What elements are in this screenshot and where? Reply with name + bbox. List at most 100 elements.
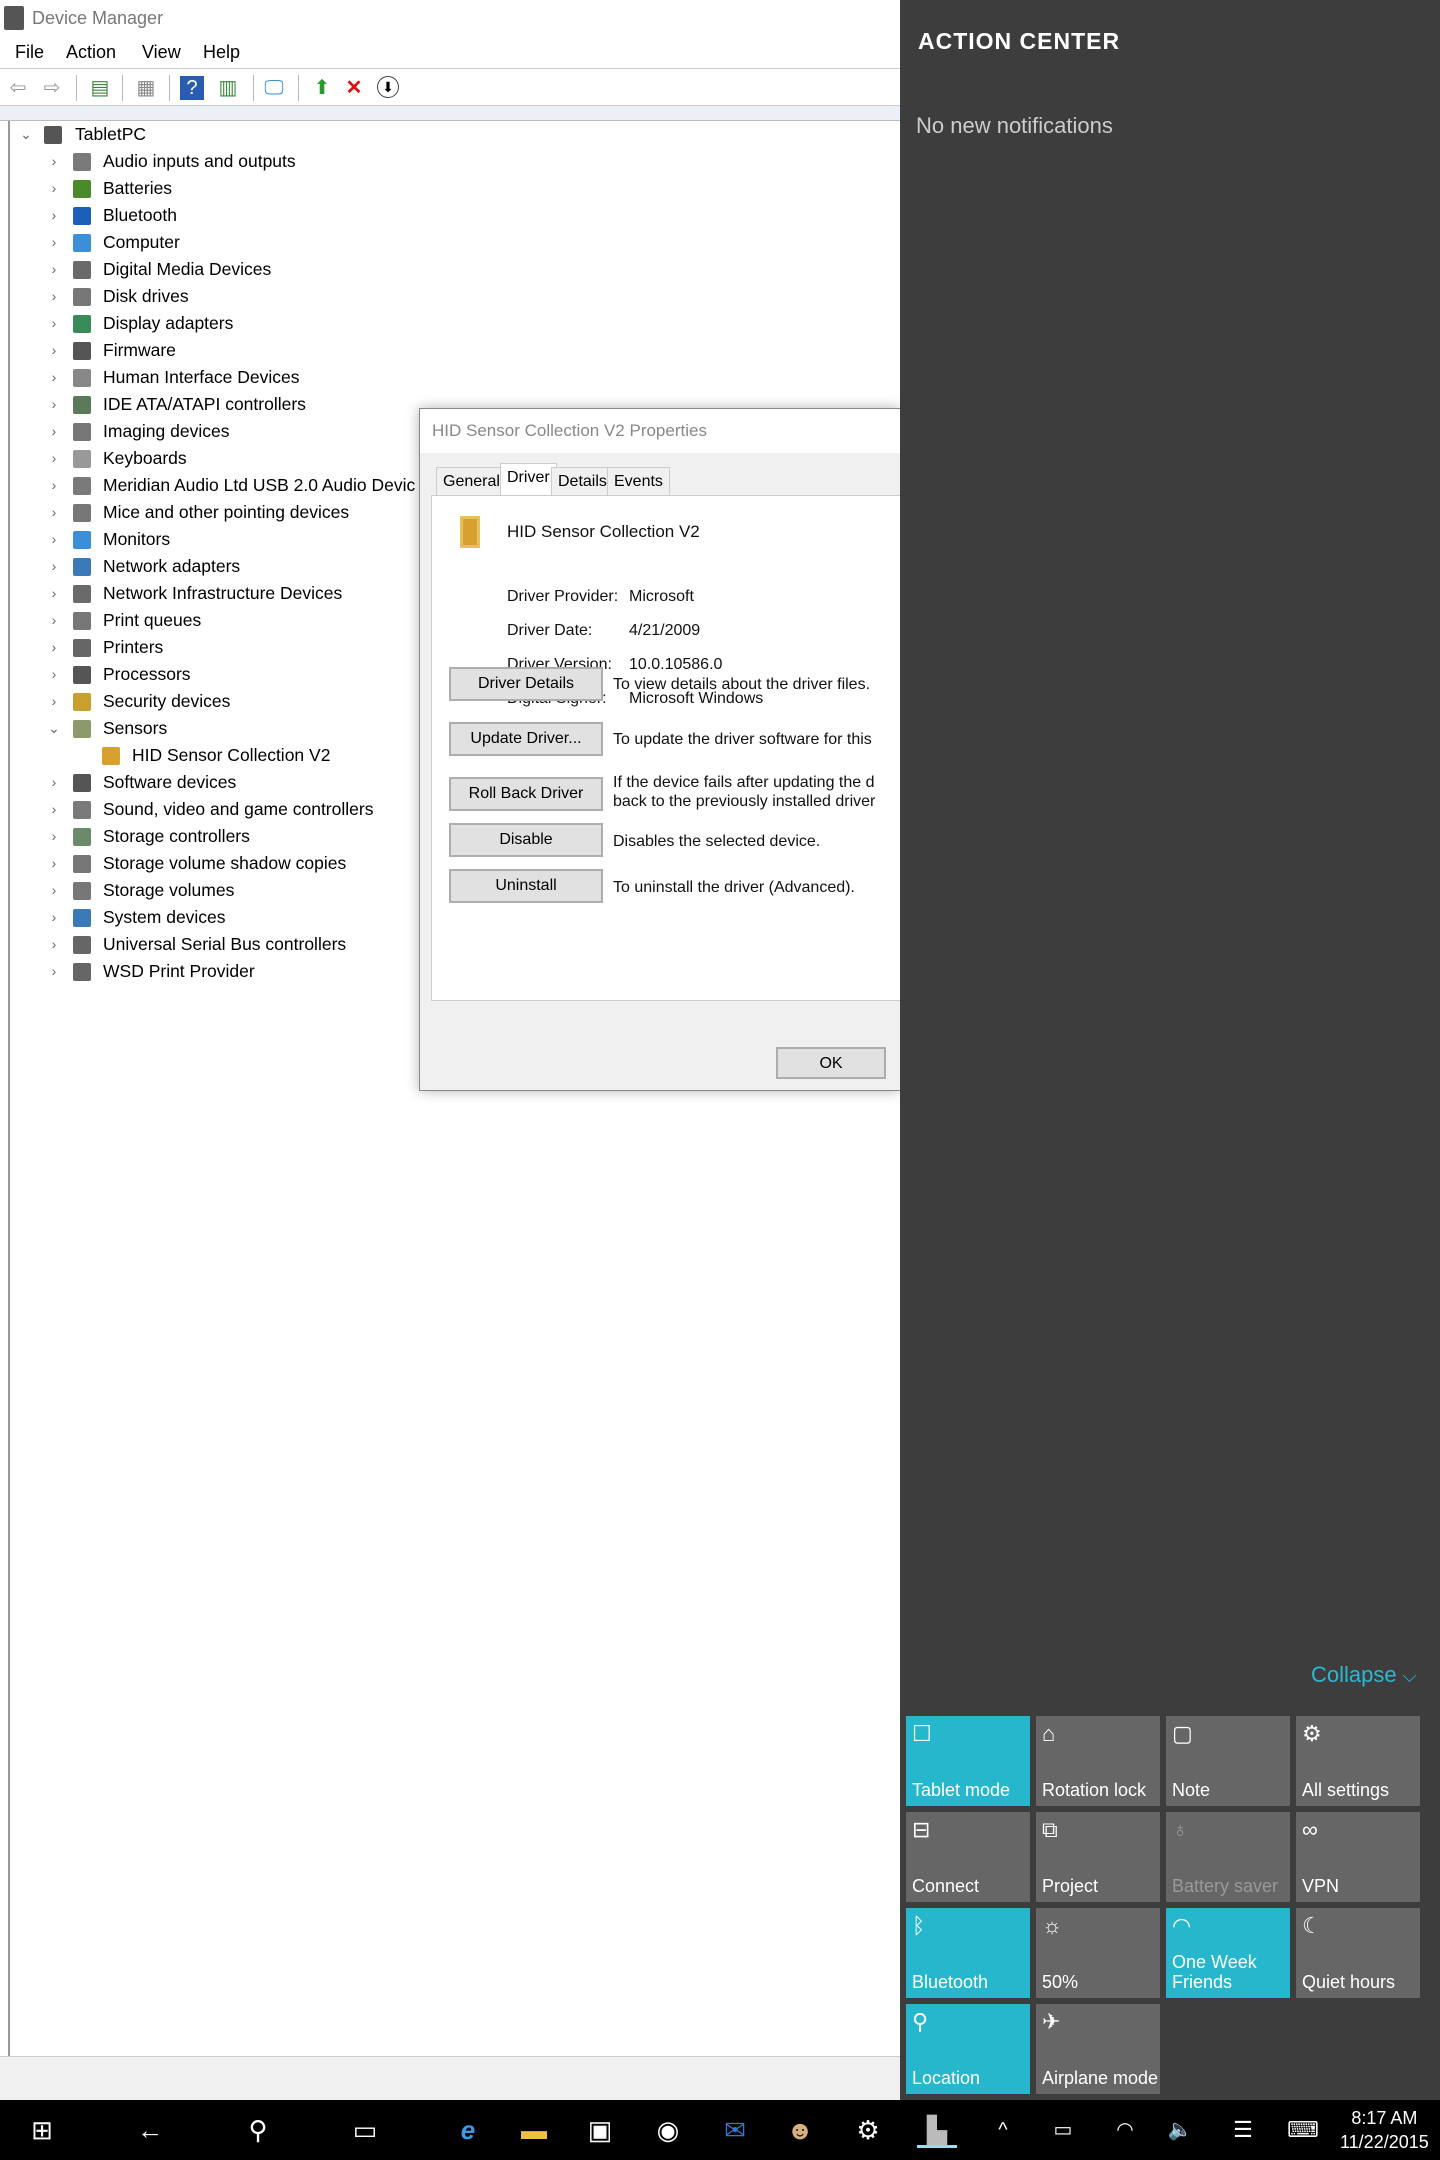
chevron-right-icon[interactable]: › xyxy=(44,472,64,499)
chevron-right-icon[interactable]: › xyxy=(44,526,64,553)
chevron-right-icon[interactable]: › xyxy=(44,202,64,229)
internet-explorer-icon[interactable]: e xyxy=(448,2112,488,2148)
chevron-right-icon[interactable]: › xyxy=(44,850,64,877)
chevron-right-icon[interactable]: › xyxy=(44,148,64,175)
chevron-right-icon[interactable]: › xyxy=(44,958,64,985)
ok-button[interactable]: OK xyxy=(776,1047,886,1079)
tree-item-label: Audio inputs and outputs xyxy=(103,151,296,171)
chevron-right-icon[interactable]: › xyxy=(44,904,64,931)
disable-button[interactable]: Disable xyxy=(449,823,603,857)
help-icon[interactable]: ? xyxy=(180,76,204,100)
show-hide-console-tree-icon[interactable]: ▤ xyxy=(88,76,112,100)
date: 11/22/2015 xyxy=(1340,2132,1429,2152)
chevron-down-icon[interactable]: ⌄ xyxy=(44,715,64,742)
search-icon[interactable]: ⚲ xyxy=(238,2112,278,2148)
chevron-right-icon[interactable]: › xyxy=(44,256,64,283)
tile-label: One Week Friends xyxy=(1172,1952,1257,1992)
collapse-button[interactable]: Collapse ⌵ xyxy=(1311,1662,1416,1688)
scan-hardware-icon[interactable]: 🖵 xyxy=(262,76,286,100)
wifi-icon[interactable]: ◠ xyxy=(1105,2112,1145,2148)
roll-back-driver-button[interactable]: Roll Back Driver xyxy=(449,777,603,811)
chevron-right-icon[interactable]: › xyxy=(44,418,64,445)
chevron-right-icon[interactable]: › xyxy=(44,769,64,796)
quick-action-battery-saver[interactable]: ♁ Battery saver xyxy=(1166,1812,1290,1902)
tree-item-label: Universal Serial Bus controllers xyxy=(103,934,347,954)
settings-icon[interactable]: ⚙ xyxy=(848,2112,888,2148)
chevron-right-icon[interactable]: › xyxy=(44,364,64,391)
chevron-right-icon[interactable]: › xyxy=(44,607,64,634)
chevron-right-icon[interactable]: › xyxy=(44,580,64,607)
keyboard-icon[interactable]: ⌨ xyxy=(1283,2112,1323,2148)
properties-icon[interactable]: ▦ xyxy=(134,76,158,100)
tile-label: Tablet mode xyxy=(912,1780,1011,1800)
file-explorer-icon[interactable]: ▬ xyxy=(514,2112,554,2148)
disable-icon[interactable]: ⬇ xyxy=(377,76,399,98)
quick-action-bluetooth[interactable]: ᛒ Bluetooth xyxy=(906,1908,1030,1998)
chevron-right-icon[interactable]: › xyxy=(44,688,64,715)
chevron-right-icon[interactable]: › xyxy=(44,661,64,688)
chevron-right-icon[interactable]: › xyxy=(44,931,64,958)
chevron-right-icon[interactable]: › xyxy=(44,337,64,364)
quick-action-project[interactable]: ⧉ Project xyxy=(1036,1812,1160,1902)
volume-icon[interactable]: 🔈 xyxy=(1160,2112,1200,2148)
battery-icon[interactable]: ▭ xyxy=(1043,2112,1083,2148)
quick-action-all-settings[interactable]: ⚙ All settings xyxy=(1296,1716,1420,1806)
menu-view[interactable]: View xyxy=(142,42,181,63)
groove-music-icon[interactable]: ◉ xyxy=(648,2112,688,2148)
chevron-right-icon[interactable]: › xyxy=(44,796,64,823)
quick-action-location[interactable]: ⚲ Location xyxy=(906,2004,1030,2094)
windows-start-icon[interactable]: ⊞ xyxy=(22,2112,62,2148)
tree-item-label: Network Infrastructure Devices xyxy=(103,583,343,603)
chevron-right-icon[interactable]: › xyxy=(44,553,64,580)
tab-events[interactable]: Events xyxy=(607,467,670,495)
quick-action-vpn[interactable]: ∞ VPN xyxy=(1296,1812,1420,1902)
app-icon[interactable]: ☻ xyxy=(780,2112,820,2148)
quick-action-tablet-mode[interactable]: ☐ Tablet mode xyxy=(906,1716,1030,1806)
update-driver-button[interactable]: Update Driver... xyxy=(449,722,603,756)
uninstall-button[interactable]: Uninstall xyxy=(449,869,603,903)
quick-action-connect[interactable]: ⊟ Connect xyxy=(906,1812,1030,1902)
tab-general[interactable]: General xyxy=(436,467,507,495)
chevron-up-icon[interactable]: ^ xyxy=(983,2112,1023,2148)
chevron-down-icon[interactable]: ⌄ xyxy=(16,121,36,148)
clock[interactable]: 8:17 AM 11/22/2015 xyxy=(1340,2106,1429,2154)
quick-action-one-week-friends[interactable]: ◠ One Week Friends xyxy=(1166,1908,1290,1998)
quick-action-note[interactable]: ▢ Note xyxy=(1166,1716,1290,1806)
store-icon[interactable]: ▣ xyxy=(580,2112,620,2148)
chevron-right-icon[interactable]: › xyxy=(44,823,64,850)
tree-item-label: System devices xyxy=(103,907,226,927)
tab-details[interactable]: Details xyxy=(551,467,614,495)
collapse-label: Collapse xyxy=(1311,1662,1397,1687)
uninstall-icon[interactable]: ✕ xyxy=(342,76,366,100)
tree-item-label: Keyboards xyxy=(103,448,187,468)
menu-help[interactable]: Help xyxy=(203,42,240,63)
chevron-right-icon[interactable]: › xyxy=(44,229,64,256)
chevron-right-icon[interactable]: › xyxy=(44,310,64,337)
forward-icon[interactable]: ⇨ xyxy=(40,76,64,100)
chevron-right-icon[interactable]: › xyxy=(44,877,64,904)
tree-item-label: Print queues xyxy=(103,610,202,630)
chevron-right-icon[interactable]: › xyxy=(44,499,64,526)
chevron-right-icon[interactable]: › xyxy=(44,634,64,661)
back-arrow-icon[interactable]: ← xyxy=(130,2112,170,2148)
quick-action-airplane-mode[interactable]: ✈ Airplane mode xyxy=(1036,2004,1160,2094)
chevron-right-icon[interactable]: › xyxy=(44,283,64,310)
task-view-icon[interactable]: ▭ xyxy=(345,2112,385,2148)
driver-details-button[interactable]: Driver Details xyxy=(449,667,603,701)
outlook-icon[interactable]: ✉ xyxy=(715,2112,755,2148)
menu-action[interactable]: Action xyxy=(66,42,116,63)
device-manager-taskbar-icon[interactable]: ▙ xyxy=(917,2112,957,2148)
action-pane-icon[interactable]: ▥ xyxy=(216,76,240,100)
update-driver-icon[interactable]: ⬆ xyxy=(310,76,334,100)
chevron-right-icon[interactable]: › xyxy=(44,175,64,202)
menu-file[interactable]: File xyxy=(15,42,44,63)
tab-driver[interactable]: Driver xyxy=(500,463,557,496)
quick-action-quiet-hours[interactable]: ☾ Quiet hours xyxy=(1296,1908,1420,1998)
back-icon[interactable]: ⇦ xyxy=(6,76,30,100)
quick-action-50-[interactable]: ☼ 50% xyxy=(1036,1908,1160,1998)
chevron-right-icon[interactable]: › xyxy=(44,445,64,472)
notifications-icon[interactable]: ☰ xyxy=(1223,2112,1263,2148)
quick-action-rotation-lock[interactable]: ⌂ Rotation lock xyxy=(1036,1716,1160,1806)
chevron-right-icon[interactable]: › xyxy=(44,391,64,418)
tile-label: Connect xyxy=(912,1876,980,1896)
